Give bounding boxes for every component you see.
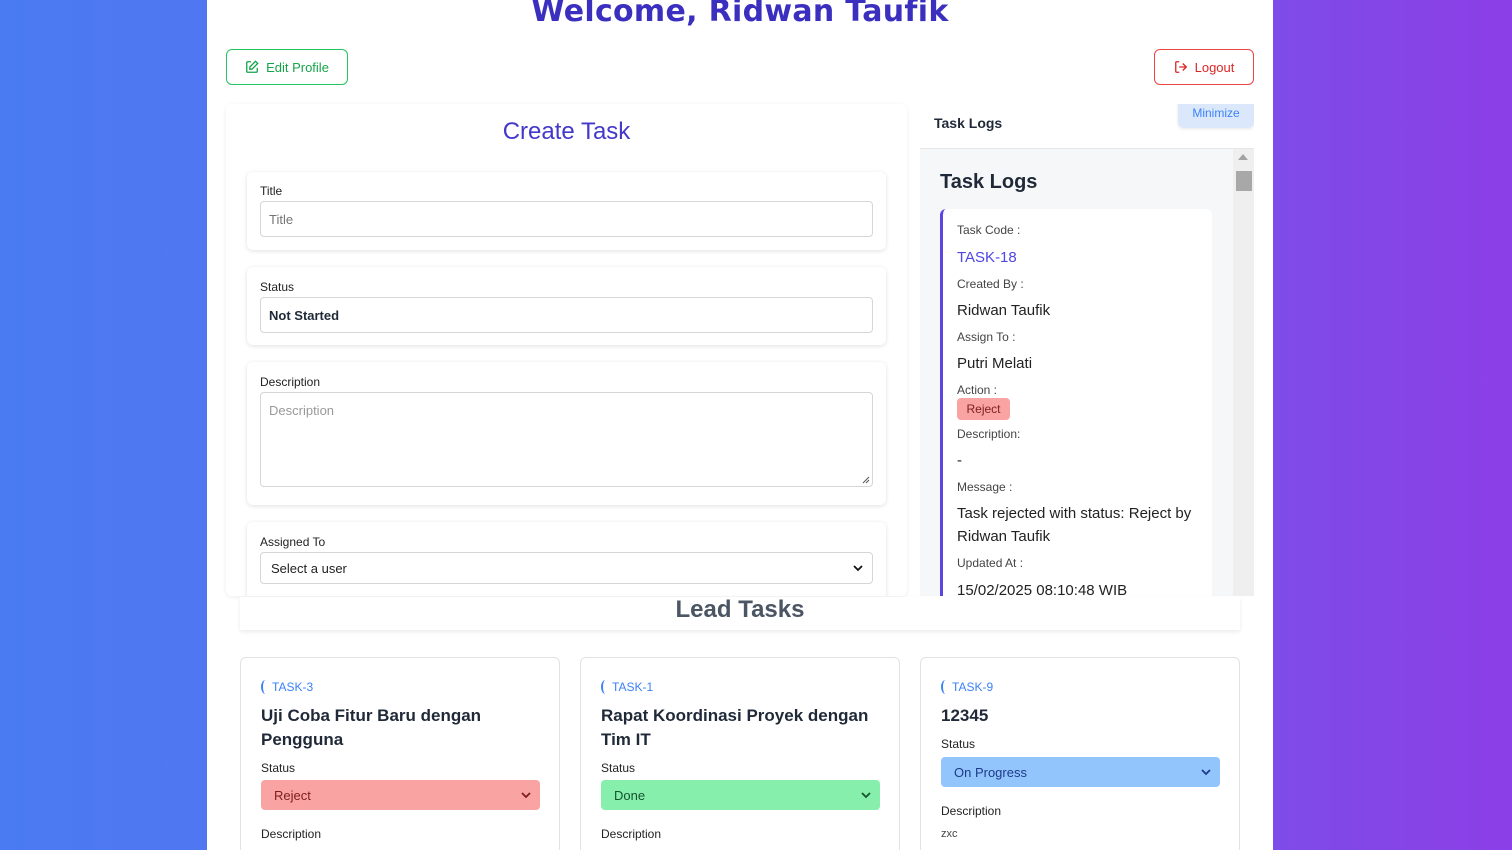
task-logs-title: Task Logs bbox=[940, 171, 1038, 193]
edit-profile-button[interactable]: Edit Profile bbox=[226, 49, 348, 85]
loading-spinner-icon bbox=[601, 680, 610, 694]
assigned-select[interactable]: Select a user bbox=[260, 552, 873, 584]
status-field-group: Status Not Started bbox=[247, 267, 886, 345]
task-status-value: Reject bbox=[274, 788, 311, 803]
resize-grip-icon[interactable] bbox=[860, 474, 870, 484]
task-description-label: Description bbox=[941, 804, 1002, 818]
scroll-thumb[interactable] bbox=[1236, 171, 1252, 191]
task-status-select[interactable]: Done bbox=[601, 780, 880, 810]
task-description-label: Description bbox=[601, 827, 662, 841]
description-placeholder: Description bbox=[269, 403, 335, 418]
chevron-down-icon bbox=[861, 792, 871, 799]
assigned-select-value: Select a user bbox=[271, 561, 347, 576]
status-label: Status bbox=[260, 280, 295, 294]
task-card[interactable]: TASK-9 12345 Status On Progress Descript… bbox=[920, 657, 1240, 850]
log-entry: Task Code : TASK-18 Created By : Ridwan … bbox=[940, 209, 1212, 596]
lead-tasks-bar: Lead Tasks bbox=[240, 596, 1240, 630]
task-description-value: zxc bbox=[941, 828, 958, 840]
create-task-card: Create Task Title Status Not Started Des… bbox=[226, 104, 907, 596]
created-by-label: Created By : bbox=[957, 277, 1024, 291]
task-status-select[interactable]: On Progress bbox=[941, 757, 1220, 787]
task-code-link[interactable]: TASK-18 bbox=[957, 246, 1202, 269]
title-input[interactable] bbox=[260, 201, 873, 237]
task-status-select[interactable]: Reject bbox=[261, 780, 540, 810]
description-field-group: Description Description bbox=[247, 362, 886, 505]
logs-scrollbar[interactable] bbox=[1233, 149, 1254, 596]
log-description-value: - bbox=[957, 452, 962, 469]
task-card[interactable]: TASK-1 Rapat Koordinasi Proyek dengan Ti… bbox=[580, 657, 900, 850]
task-status-value: On Progress bbox=[954, 765, 1027, 780]
task-code-text: TASK-1 bbox=[612, 680, 654, 694]
task-status-label: Status bbox=[941, 737, 976, 751]
updated-at-label: Updated At : bbox=[957, 556, 1024, 570]
task-code[interactable]: TASK-1 bbox=[601, 680, 653, 694]
main-page: Welcome, Ridwan Taufik Edit Profile Logo… bbox=[207, 0, 1273, 850]
lead-tasks-title: Lead Tasks bbox=[675, 596, 805, 623]
loading-spinner-icon bbox=[941, 680, 950, 694]
edit-profile-label: Edit Profile bbox=[266, 59, 329, 75]
message-value: Task rejected with status: Reject by Rid… bbox=[957, 505, 1192, 545]
task-status-label: Status bbox=[261, 761, 296, 775]
created-by-value: Ridwan Taufik bbox=[957, 302, 1051, 319]
minimize-button[interactable]: Minimize bbox=[1178, 104, 1254, 128]
task-card[interactable]: TASK-3 Uji Coba Fitur Baru dengan Penggu… bbox=[240, 657, 560, 850]
task-status-label: Status bbox=[601, 761, 636, 775]
task-code-text: TASK-9 bbox=[952, 680, 994, 694]
logout-button[interactable]: Logout bbox=[1154, 49, 1254, 85]
chevron-down-icon bbox=[1201, 769, 1211, 776]
message-label: Message : bbox=[957, 480, 1013, 494]
task-code-text: TASK-3 bbox=[272, 680, 314, 694]
description-textarea[interactable]: Description bbox=[260, 392, 873, 487]
assign-to-value: Putri Melati bbox=[957, 355, 1033, 372]
action-badge: Reject bbox=[957, 398, 1010, 420]
task-title: Rapat Koordinasi Proyek dengan Tim IT bbox=[601, 706, 869, 749]
log-description-label: Description: bbox=[957, 427, 1021, 441]
task-title: Uji Coba Fitur Baru dengan Pengguna bbox=[261, 706, 482, 749]
task-title: 12345 bbox=[941, 706, 989, 725]
logout-label: Logout bbox=[1194, 59, 1235, 75]
welcome-heading: Welcome, Ridwan Taufik bbox=[531, 0, 949, 29]
title-field-group: Title bbox=[247, 172, 886, 250]
loading-spinner-icon bbox=[261, 680, 270, 694]
task-code[interactable]: TASK-9 bbox=[941, 680, 993, 694]
action-label: Action : bbox=[957, 383, 998, 397]
edit-icon bbox=[245, 60, 259, 74]
description-label: Description bbox=[260, 375, 321, 389]
assign-to-label: Assign To : bbox=[957, 330, 1016, 344]
task-status-value: Done bbox=[614, 788, 646, 803]
task-code[interactable]: TASK-3 bbox=[261, 680, 313, 694]
scroll-up-arrow-icon[interactable] bbox=[1238, 154, 1248, 160]
assigned-label: Assigned To bbox=[260, 535, 326, 549]
logout-icon bbox=[1174, 60, 1188, 74]
task-logs-header-title: Task Logs bbox=[934, 115, 1003, 131]
chevron-down-icon bbox=[521, 792, 531, 799]
task-logs-panel: Task Logs Task Logs Task Code : TASK-18 … bbox=[920, 104, 1254, 596]
assigned-field-group: Assigned To Select a user bbox=[247, 522, 886, 596]
create-task-title: Create Task bbox=[502, 118, 631, 145]
updated-at-value: 15/02/2025 08:10:48 WIB bbox=[957, 582, 1128, 596]
title-label: Title bbox=[260, 184, 283, 198]
chevron-down-icon bbox=[853, 565, 863, 572]
status-field[interactable]: Not Started bbox=[260, 297, 873, 333]
task-description-label: Description bbox=[261, 827, 322, 841]
task-code-label: Task Code : bbox=[957, 223, 1021, 237]
